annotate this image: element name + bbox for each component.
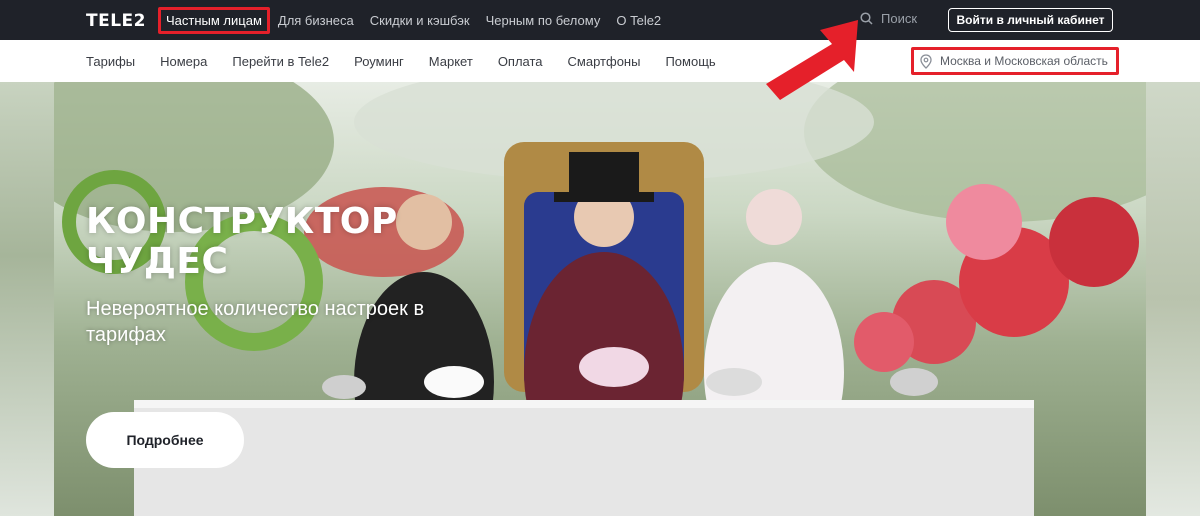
hero-side-left xyxy=(0,82,54,516)
hero-banner: КОНСТРУКТОР ЧУДЕС Невероятное количество… xyxy=(54,82,1146,516)
location-pin-icon xyxy=(920,53,932,69)
subnav-item-numbers[interactable]: Номера xyxy=(160,54,207,69)
topnav-item-private[interactable]: Частным лицам xyxy=(158,6,270,34)
login-button[interactable]: Войти в личный кабинет xyxy=(948,8,1113,32)
subnav-item-switch[interactable]: Перейти в Tele2 xyxy=(232,54,329,69)
region-label: Москва и Московская область xyxy=(940,54,1108,68)
hero-side-right xyxy=(1146,82,1200,516)
subnav-item-payment[interactable]: Оплата xyxy=(498,54,543,69)
topnav-item-about[interactable]: О Tele2 xyxy=(616,13,661,28)
topnav-item-business[interactable]: Для бизнеса xyxy=(278,13,354,28)
top-nav: Частным лицам Для бизнеса Скидки и кэшбэ… xyxy=(158,0,677,40)
region-selector[interactable]: Москва и Московская область xyxy=(911,47,1119,75)
top-bar: TELE2 Частным лицам Для бизнеса Скидки и… xyxy=(0,0,1200,40)
annotation-arrow-icon xyxy=(766,20,858,100)
subnav-item-market[interactable]: Маркет xyxy=(429,54,473,69)
subnav-item-help[interactable]: Помощь xyxy=(665,54,715,69)
hero-subtitle: Невероятное количество настроек в тарифа… xyxy=(86,298,425,346)
subnav-item-roaming[interactable]: Роуминг xyxy=(354,54,404,69)
subnav-item-tariffs[interactable]: Тарифы xyxy=(86,54,135,69)
more-details-button[interactable]: Подробнее xyxy=(86,412,244,468)
topnav-item-black-on-white[interactable]: Черным по белому xyxy=(486,13,601,28)
tele2-logo[interactable]: TELE2 xyxy=(86,11,146,31)
hero-title: КОНСТРУКТОР ЧУДЕС xyxy=(86,201,398,282)
search-label: Поиск xyxy=(881,11,918,26)
topnav-item-discounts[interactable]: Скидки и кэшбэк xyxy=(370,13,470,28)
subnav-item-smartphones[interactable]: Смартфоны xyxy=(568,54,641,69)
sub-nav: Тарифы Номера Перейти в Tele2 Роуминг Ма… xyxy=(86,40,741,82)
